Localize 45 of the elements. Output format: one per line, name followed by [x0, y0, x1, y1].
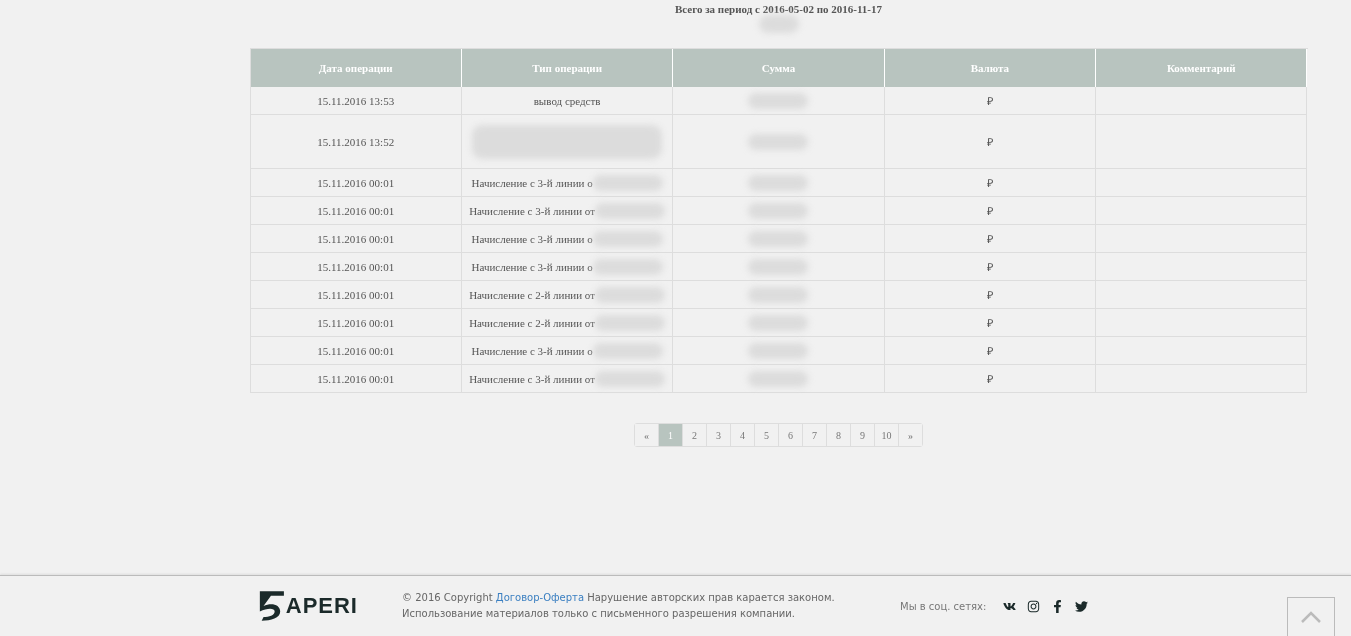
currency-text: ₽ — [986, 232, 993, 246]
currency-text: ₽ — [986, 288, 993, 302]
instagram-icon[interactable] — [1027, 599, 1041, 613]
operation-type-text: Начисление с 3-й линии о — [471, 232, 593, 245]
date-text: 15.11.2016 00:01 — [317, 204, 395, 217]
column-header: Валюта — [884, 49, 1097, 87]
date-text: 15.11.2016 00:01 — [317, 288, 395, 301]
operation-type-text: Начисление с 2-й линии от — [469, 316, 595, 329]
logo-text: APERI — [285, 593, 358, 619]
currency-text: ₽ — [986, 94, 993, 108]
operation-type-text: Начисление с 3-й линии от — [469, 372, 595, 385]
copyright-text: © 2016 Copyright Договор-Оферта Нарушение авторских прав карается законом. — [402, 591, 836, 605]
usage-notice: Использование материалов только с письменного разрешения компании. — [402, 607, 796, 621]
operation-type-text: Начисление с 3-й линии о — [471, 344, 593, 357]
page-link[interactable]: « — [635, 424, 659, 446]
column-header: Сумма — [673, 49, 885, 87]
date-text: 15.11.2016 00:01 — [317, 232, 395, 245]
currency-text: ₽ — [986, 204, 993, 218]
date-text: 15.11.2016 00:01 — [317, 316, 395, 329]
currency-text: ₽ — [986, 316, 993, 330]
logo-mark-icon — [258, 588, 286, 624]
currency-text: ₽ — [986, 344, 993, 358]
currency-text: ₽ — [986, 176, 993, 190]
column-header: Комментарий — [1096, 49, 1308, 87]
currency-text: ₽ — [986, 260, 993, 274]
chevron-up-icon — [1301, 611, 1321, 623]
social-label: Мы в соц. сетях: — [900, 600, 987, 612]
currency-text: ₽ — [986, 135, 993, 149]
column-header: Дата операции — [250, 49, 462, 87]
date-text: 15.11.2016 13:52 — [317, 135, 395, 148]
date-text: 15.11.2016 00:01 — [317, 372, 395, 385]
operation-type-text: Начисление с 3-й линии о — [471, 176, 593, 189]
operation-type-text: Начисление с 2-й линии от — [469, 288, 595, 301]
twitter-icon[interactable] — [1075, 599, 1089, 613]
date-text: 15.11.2016 00:01 — [317, 176, 395, 189]
offer-link[interactable]: Договор-Оферта — [495, 592, 584, 603]
date-text: 15.11.2016 00:01 — [317, 344, 395, 357]
operation-type-text: вывод средств — [533, 94, 601, 107]
date-text: 15.11.2016 00:01 — [317, 260, 395, 273]
period-title: Всего за период с 2016-05-02 по 2016-11-17 — [674, 3, 883, 15]
currency-text: ₽ — [986, 372, 993, 386]
date-text: 15.11.2016 13:53 — [317, 94, 395, 107]
operation-type-text: Начисление с 3-й линии от — [469, 204, 595, 217]
operation-type-text: Начисление с 3-й линии о — [471, 260, 593, 273]
column-header: Тип операции — [461, 49, 674, 87]
